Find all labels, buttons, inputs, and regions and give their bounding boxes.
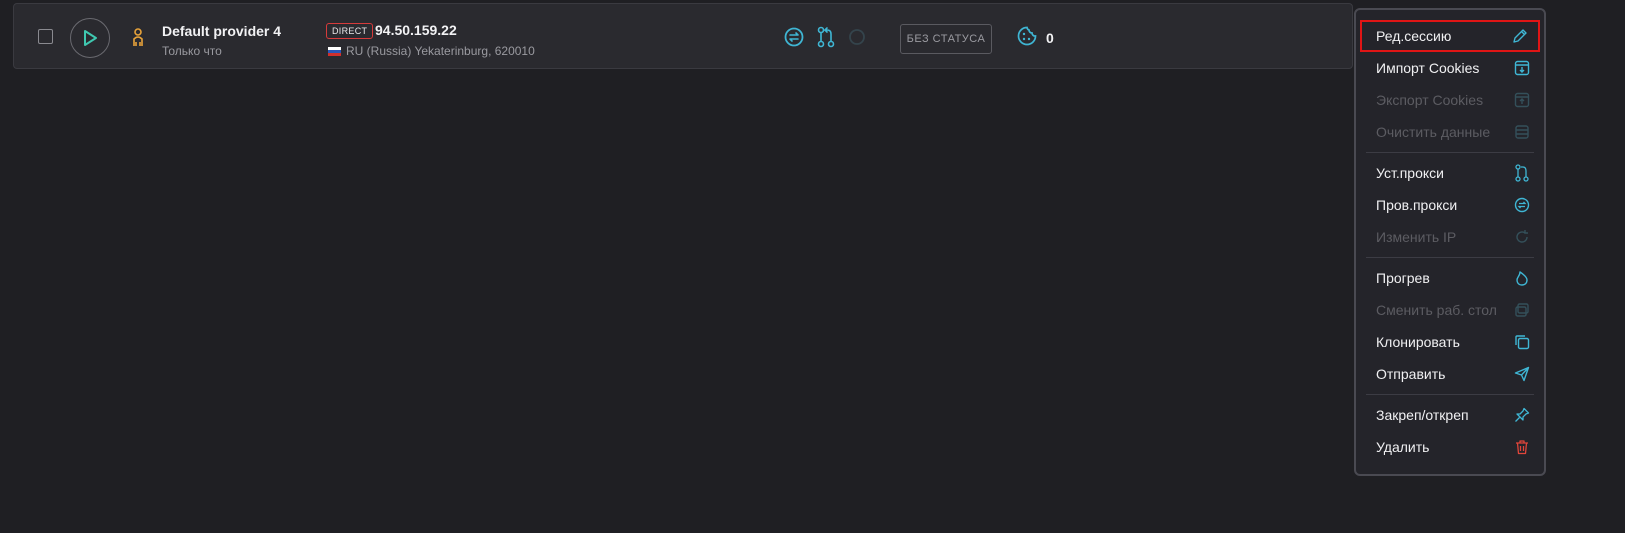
pencil-icon — [1513, 29, 1527, 43]
database-icon — [1515, 125, 1529, 139]
change-ip-icon[interactable] — [848, 28, 866, 46]
menu-item-change-ip[interactable]: Изменить IP — [1356, 221, 1544, 253]
menu-item-import-cookies[interactable]: Импорт Cookies — [1356, 52, 1544, 84]
menu-item-label: Удалить — [1376, 439, 1430, 455]
menu-item-label: Отправить — [1376, 366, 1446, 382]
menu-item-label: Изменить IP — [1376, 229, 1457, 245]
check-proxy-icon[interactable] — [784, 27, 804, 47]
row-checkbox[interactable] — [38, 29, 53, 44]
menu-item-warmup[interactable]: Прогрев — [1356, 262, 1544, 294]
play-icon — [84, 30, 97, 46]
menu-item-set-proxy[interactable]: Уст.прокси — [1356, 157, 1544, 189]
menu-item-label: Прогрев — [1376, 270, 1430, 286]
menu-item-label: Ред.сессию — [1376, 28, 1452, 44]
refresh-icon — [1516, 230, 1528, 243]
export-icon — [1514, 92, 1530, 108]
menu-item-label: Очистить данные — [1376, 124, 1491, 140]
menu-item-label: Сменить раб. стол — [1376, 302, 1497, 318]
send-icon — [1514, 366, 1530, 382]
menu-item-label: Закреп/откреп — [1376, 407, 1469, 423]
context-menu: Ред.сессию Импорт Cookies Экспорт Cookie… — [1354, 8, 1546, 476]
proxy-ip: 94.50.159.22 — [375, 22, 457, 38]
menu-item-check-proxy[interactable]: Пров.прокси — [1356, 189, 1544, 221]
set-proxy-icon — [1515, 164, 1529, 182]
check-proxy-icon — [1514, 197, 1530, 213]
trash-icon — [1516, 440, 1528, 455]
pin-icon — [1515, 407, 1530, 422]
menu-divider — [1366, 257, 1534, 258]
set-proxy-icon[interactable] — [816, 26, 836, 48]
status-badge[interactable]: БЕЗ СТАТУСА — [900, 24, 992, 54]
menu-item-clear-data[interactable]: Очистить данные — [1356, 116, 1544, 148]
user-icon — [133, 28, 143, 46]
copy-icon — [1515, 335, 1530, 350]
profile-name: Default provider 4 — [162, 23, 282, 39]
menu-item-export-cookies[interactable]: Экспорт Cookies — [1356, 84, 1544, 116]
profile-row[interactable]: Default provider 4 Только что DIRECT 94.… — [13, 3, 1353, 69]
menu-item-change-desktop[interactable]: Сменить раб. стол — [1356, 294, 1544, 326]
menu-item-pin-unpin[interactable]: Закреп/откреп — [1356, 399, 1544, 431]
menu-item-label: Пров.прокси — [1376, 197, 1458, 213]
proxy-location: RU (Russia) Yekaterinburg, 620010 — [346, 44, 535, 58]
menu-item-label: Клонировать — [1376, 334, 1460, 350]
menu-divider — [1366, 394, 1534, 395]
start-session-button[interactable] — [70, 18, 110, 58]
menu-item-send[interactable]: Отправить — [1356, 358, 1544, 390]
menu-item-label: Импорт Cookies — [1376, 60, 1480, 76]
profile-time: Только что — [162, 44, 222, 58]
menu-item-label: Экспорт Cookies — [1376, 92, 1484, 108]
import-icon — [1514, 60, 1530, 76]
menu-item-edit-session[interactable]: Ред.сессию — [1360, 20, 1540, 52]
connection-type-badge: DIRECT — [326, 23, 374, 39]
cookie-icon — [1017, 26, 1037, 46]
menu-item-label: Уст.прокси — [1376, 165, 1444, 181]
cookies-count: 0 — [1046, 30, 1054, 46]
ru-flag-icon — [328, 47, 341, 56]
menu-divider — [1366, 152, 1534, 153]
menu-item-clone[interactable]: Клонировать — [1356, 326, 1544, 358]
fire-icon — [1516, 271, 1528, 286]
desktop-icon — [1515, 303, 1529, 317]
menu-item-delete[interactable]: Удалить — [1356, 431, 1544, 463]
